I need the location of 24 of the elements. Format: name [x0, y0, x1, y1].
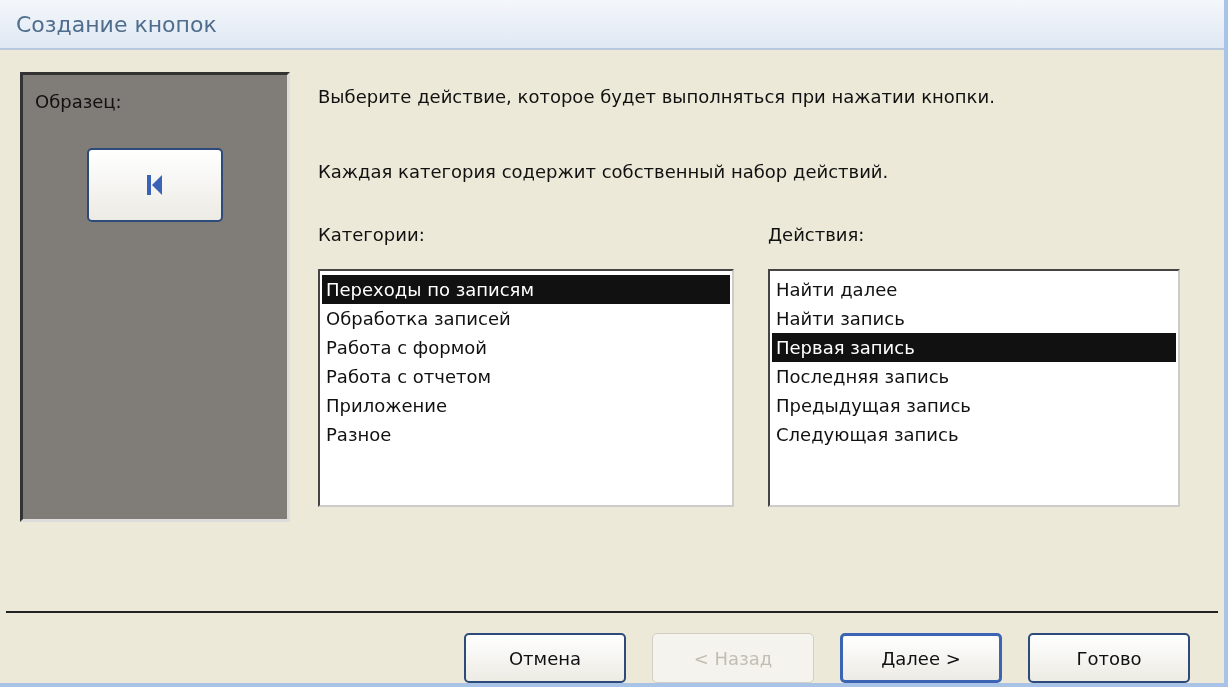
list-item[interactable]: Первая запись: [772, 333, 1176, 362]
list-item[interactable]: Работа с формой: [322, 333, 730, 362]
first-record-icon: [145, 173, 165, 197]
list-item[interactable]: Предыдущая запись: [772, 391, 1176, 420]
dialog-button[interactable]: Отмена: [464, 633, 626, 683]
list-item[interactable]: Переходы по записям: [322, 275, 730, 304]
list-item[interactable]: Работа с отчетом: [322, 362, 730, 391]
list-label: Действия:: [768, 224, 866, 245]
list-item[interactable]: Найти запись: [772, 304, 1176, 333]
dialog-button[interactable]: Далее >: [840, 633, 1002, 683]
list-item[interactable]: Приложение: [322, 391, 730, 420]
list-item[interactable]: Обработка записей: [322, 304, 730, 333]
dialog-button[interactable]: Готово: [1028, 633, 1190, 683]
instruction-text: Каждая категория содержит собственный набор действий.: [318, 161, 890, 182]
list-item[interactable]: Разное: [322, 420, 730, 449]
list-box[interactable]: Найти далее Найти запись Первая запись Последняя запись Предыдущая запись Следующая запись: [768, 269, 1180, 507]
list-item[interactable]: Последняя запись: [772, 362, 1176, 391]
list-label: Категории:: [318, 224, 426, 245]
window-title: Создание кнопок: [0, 0, 1224, 50]
instruction-text: Выберите действие, которое будет выполняться при нажатии кнопки.: [318, 86, 996, 107]
sample-label: Образец:: [35, 91, 122, 112]
list-item[interactable]: Следующая запись: [772, 420, 1176, 449]
list-box[interactable]: Переходы по записям Обработка записей Работа с формой Работа с отчетом Приложение Разное: [318, 269, 734, 507]
list-item[interactable]: Найти далее: [772, 275, 1176, 304]
